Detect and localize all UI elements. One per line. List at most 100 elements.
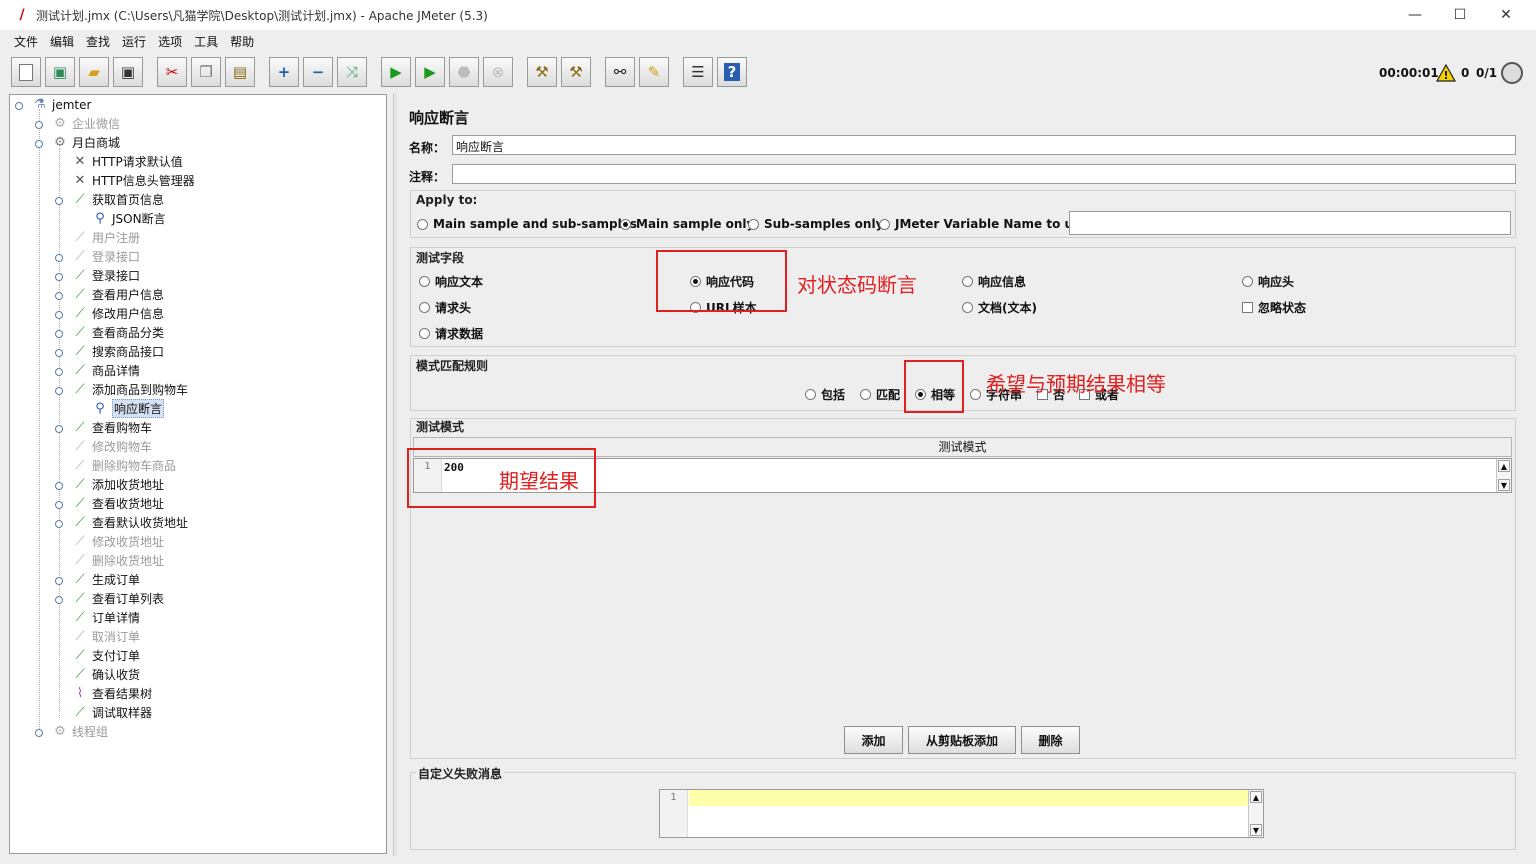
tree-item-sampler[interactable]: ⟋ 查看默认收货地址 [71,513,188,532]
menu-tools[interactable]: 工具 [194,33,218,50]
tree-item-sampler[interactable]: ⟋ 登录接口 [71,266,140,285]
tree-toggle[interactable] [55,197,63,205]
save-icon[interactable]: ▣ [113,57,143,87]
tree-item-thread-group[interactable]: ⚙ 企业微信 [51,114,120,133]
tree-item-sampler[interactable]: ⟋ 查看商品分类 [71,323,164,342]
scroll-down-icon[interactable]: ▼ [1250,824,1262,836]
add-button[interactable]: 添加 [844,726,903,754]
tree-toggle[interactable] [55,311,63,319]
delete-button[interactable]: 删除 [1021,726,1080,754]
tree-item-sampler[interactable]: ⟋ 添加商品到购物车 [71,380,188,399]
cut-icon[interactable]: ✂ [157,57,187,87]
tree-toggle[interactable] [55,292,63,300]
collapse-icon[interactable]: − [303,57,333,87]
minimize-button[interactable]: — [1392,0,1438,30]
comment-field[interactable] [452,164,1516,184]
help-icon[interactable]: ? [717,57,747,87]
shutdown-icon[interactable]: ⊗ [483,57,513,87]
toggle-icon[interactable]: ⤨ [337,57,367,87]
paste-icon[interactable]: ▤ [225,57,255,87]
scroll-up-icon[interactable]: ▲ [1250,791,1262,803]
tree-item-sampler[interactable]: ⟋ 支付订单 [71,646,140,665]
ignore-status-checkbox[interactable]: 忽略状态 [1242,299,1306,316]
add-from-clipboard-button[interactable]: 从剪贴板添加 [908,726,1016,754]
failure-message-editor[interactable]: 1 ▲ ▼ [659,789,1264,838]
tree-item-root[interactable]: ⚗ jemter [31,95,91,114]
apply-sub-only-radio[interactable]: Sub-samples only [748,217,883,231]
new-icon[interactable] [11,57,41,87]
tree-toggle[interactable] [55,520,63,528]
failure-scrollbar[interactable]: ▲ ▼ [1248,790,1263,837]
tree-item-sampler[interactable]: ⟋ 查看收货地址 [71,494,164,513]
tree-item-sampler[interactable]: ⟋ 搜索商品接口 [71,342,164,361]
tree-toggle[interactable] [55,368,63,376]
tree-toggle[interactable] [35,729,43,737]
tree-item-assertion[interactable]: ⚲ JSON断言 [91,209,165,228]
tree-item-sampler[interactable]: ⟋ 查看订单列表 [71,589,164,608]
scroll-up-icon[interactable]: ▲ [1498,460,1510,472]
tree-toggle[interactable] [55,482,63,490]
templates-icon[interactable]: ▣ [45,57,75,87]
tree-toggle[interactable] [55,425,63,433]
tree-item-sampler[interactable]: ⟋ 修改收货地址 [71,532,164,551]
split-pane-divider[interactable] [393,94,397,856]
tree-toggle[interactable] [55,577,63,585]
tree-toggle[interactable] [55,349,63,357]
tree-item-sampler[interactable]: ⟋ 调试取样器 [71,703,152,722]
tree-item-sampler[interactable]: ⟋ 删除收货地址 [71,551,164,570]
tree-toggle[interactable] [55,596,63,604]
rule-contains-radio[interactable]: 包括 [805,386,845,403]
tree-item-sampler[interactable]: ⟋ 用户注册 [71,228,140,247]
tree-item-sampler[interactable]: ⟋ 删除购物车商品 [71,456,176,475]
menu-edit[interactable]: 编辑 [50,33,74,50]
tree-item-sampler[interactable]: ⟋ 确认收货 [71,665,140,684]
tree-item-sampler[interactable]: ⟋ 订单详情 [71,608,140,627]
tree-item-assertion-selected[interactable]: ⚲ 响应断言 [91,399,165,418]
tree-item-listener[interactable]: ⌇ 查看结果树 [71,684,152,703]
tree-item-sampler[interactable]: ⟋ 登录接口 [71,247,140,266]
menu-file[interactable]: 文件 [14,33,38,50]
tree-toggle[interactable] [55,254,63,262]
tree-item-sampler[interactable]: ⟋ 获取首页信息 [71,190,164,209]
copy-icon[interactable]: ❐ [191,57,221,87]
rule-matches-radio[interactable]: 匹配 [860,386,900,403]
tree-toggle[interactable] [55,330,63,338]
tree-item-sampler[interactable]: ⟋ 添加收货地址 [71,475,164,494]
tree-item-sampler[interactable]: ⟋ 商品详情 [71,361,140,380]
clear-all-icon[interactable]: ⚒ [561,57,591,87]
field-response-message-radio[interactable]: 响应信息 [962,273,1026,290]
field-response-headers-radio[interactable]: 响应头 [1242,273,1294,290]
reset-search-icon[interactable]: ✎ [639,57,669,87]
search-icon[interactable]: ⚯ [605,57,635,87]
field-response-text-radio[interactable]: 响应文本 [419,273,483,290]
tree-toggle[interactable] [55,501,63,509]
maximize-button[interactable]: ☐ [1437,0,1483,30]
tree-item-config[interactable]: ✕ HTTP请求默认值 [71,152,183,171]
tree-toggle[interactable] [35,121,43,129]
scroll-down-icon[interactable]: ▼ [1498,479,1510,491]
remote-status-icon[interactable] [1501,62,1523,84]
tree-item-sampler[interactable]: ⟋ 查看购物车 [71,418,152,437]
apply-main-and-sub-radio[interactable]: Main sample and sub-samples [417,217,637,231]
tree-item-sampler[interactable]: ⟋ 生成订单 [71,570,140,589]
field-document-radio[interactable]: 文档(文本) [962,299,1037,316]
menu-options[interactable]: 选项 [158,33,182,50]
pattern-scrollbar[interactable]: ▲ ▼ [1496,459,1511,492]
close-button[interactable]: ✕ [1483,0,1529,30]
start-icon[interactable]: ▶ [381,57,411,87]
field-request-headers-radio[interactable]: 请求头 [419,299,471,316]
tree-toggle[interactable] [35,140,43,148]
menu-run[interactable]: 运行 [122,33,146,50]
stop-icon[interactable]: ⬣ [449,57,479,87]
open-icon[interactable]: ▰ [79,57,109,87]
tree-item-thread-group[interactable]: ⚙ 月白商城 [51,133,120,152]
apply-variable-radio[interactable]: JMeter Variable Name to use [879,217,1088,231]
name-field[interactable]: 响应断言 [452,135,1516,155]
tree-toggle[interactable] [55,387,63,395]
variable-name-field[interactable] [1069,211,1511,235]
tree-toggle[interactable] [15,102,23,110]
tree-item-sampler[interactable]: ⟋ 修改购物车 [71,437,152,456]
tree-item-sampler[interactable]: ⟋ 取消订单 [71,627,140,646]
menu-help[interactable]: 帮助 [230,33,254,50]
clear-icon[interactable]: ⚒ [527,57,557,87]
